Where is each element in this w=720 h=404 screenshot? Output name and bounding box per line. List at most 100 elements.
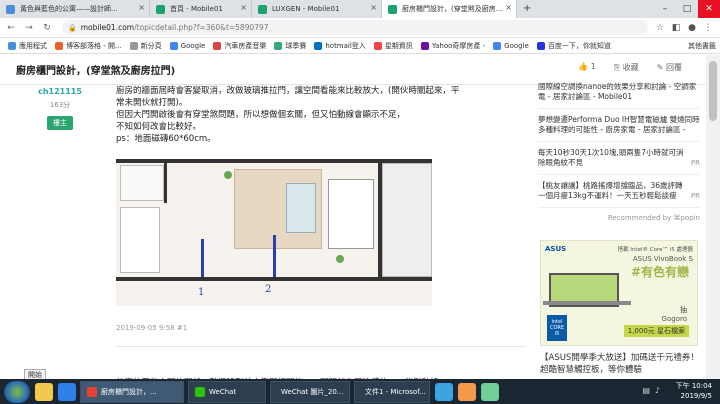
bookmark-other[interactable]: 其他書籤 <box>688 41 716 51</box>
bookmark-item[interactable]: 百度一下，你就知道 <box>536 41 611 51</box>
thread-header: 廚房櫃門設計，(穿堂煞及廚房拉門) 👍 1 ⎘ 收藏 ✎ 回覆 <box>0 55 706 85</box>
laptop-base <box>543 301 631 305</box>
like-count[interactable]: 👍 1 <box>578 62 596 73</box>
taskbar-app-chrome[interactable]: 廚房櫃門設計，... <box>80 380 184 403</box>
author-score: 163分 <box>49 101 71 109</box>
bookmark-item[interactable]: Google <box>169 41 206 50</box>
plan-plant <box>336 255 344 263</box>
post-line: 廚房的牆面屆時會客變取消，改做玻璃推拉門，讓空間看能來比較放大，(開伙時關起來，… <box>116 86 460 96</box>
ad-gogoro: Gogoro <box>661 315 687 323</box>
ie-icon[interactable] <box>58 382 76 401</box>
like-count-value: 1 <box>590 62 596 71</box>
plan-wall <box>164 163 167 203</box>
asus-ad-banner[interactable]: ASUS 搭載 Intel® Core™ i5 處理器 ASUS VivoBoo… <box>540 240 698 346</box>
scrollbar-thumb[interactable] <box>709 61 717 121</box>
close-tab-icon[interactable]: × <box>370 3 377 12</box>
sidebar-article[interactable]: 國際線空調換nanoe的效果分享和討論 - 空調家電 - 居家討論區 - Mob… <box>538 82 700 109</box>
app-icon[interactable] <box>481 382 499 401</box>
taskbar-app-label: WeChat 圖片_20... <box>281 387 344 396</box>
forward-icon[interactable]: → <box>22 23 36 33</box>
menu-icon[interactable]: ⋮ <box>700 23 716 33</box>
bookmark-item[interactable]: 新分頁 <box>129 41 162 51</box>
pr-tag: PR <box>690 159 700 167</box>
plan-kitchen <box>120 207 160 273</box>
star-icon[interactable]: ☆ <box>652 23 668 33</box>
close-tab-icon[interactable]: × <box>138 3 145 12</box>
lock-icon: 🔒 <box>68 23 77 32</box>
bookmark-item[interactable]: 博客部落格 - 開... <box>55 41 122 51</box>
tab-4-active[interactable]: 廚房櫃門設計，(穿堂煞及廚房... × <box>382 0 517 18</box>
reply-button[interactable]: ✎ 回覆 <box>657 62 682 73</box>
taskbar-app-wechat[interactable]: WeChat <box>188 380 266 403</box>
close-tab-icon[interactable]: × <box>240 3 247 12</box>
tab-label: 首頁 - Mobile01 <box>170 5 223 13</box>
bookmark-label: Google <box>504 41 529 50</box>
minimize-icon[interactable]: – <box>654 0 676 18</box>
explorer-icon[interactable] <box>35 382 53 401</box>
volume-icon[interactable]: ♪ <box>655 386 660 395</box>
bookmark-label: Yahoo奇摩房產 - <box>431 41 486 50</box>
bookmark-item[interactable]: 汽車房產音樂 <box>213 41 266 51</box>
clock[interactable]: 下午 10:04 2019/9/5 <box>676 381 712 401</box>
taskbar-app-wechat-image[interactable]: WeChat 圖片_20... <box>270 380 350 403</box>
url-field[interactable]: 🔒 mobile01.com/topicdetail.php?f=360&t=5… <box>62 20 648 35</box>
network-icon[interactable]: ▤ <box>642 386 650 395</box>
clock-date: 2019/9/5 <box>680 392 712 400</box>
bookmark-label: Google <box>180 41 206 50</box>
url-host: mobile01.com <box>80 23 135 32</box>
bookmark-label: 汽車房產音樂 <box>224 41 267 50</box>
tab-1[interactable]: 黃色與藍色的公寓——設計師... × <box>0 0 150 18</box>
mobile01-favicon-icon <box>388 5 397 14</box>
sidebar-article[interactable]: 夢想變遷Performa Duo IH智慧電磁爐 雙燒同時多種料理的可能性 - … <box>538 115 700 142</box>
bookmark-label: 博客部落格 - 開... <box>66 41 122 50</box>
page-title: 廚房櫃門設計，(穿堂煞及廚房拉門) <box>16 66 176 77</box>
back-icon[interactable]: ← <box>4 23 18 33</box>
ad-slogan: #有色有戀 <box>630 265 689 279</box>
sidebar-article-text: 每天10秒30天1次10塊,頭兩隻7小時就可消除眼角紋不見 <box>538 148 684 167</box>
clock-time: 下午 10:04 <box>675 382 712 390</box>
url-path: /topicdetail.php?f=360&t=5890797 <box>134 23 269 32</box>
plan-plant <box>224 171 232 179</box>
author-panel: ch121115 163分 樓主 <box>30 87 90 130</box>
google-icon <box>169 41 178 50</box>
bookmark-item[interactable]: 星期資訊 <box>373 41 413 51</box>
new-tab-icon[interactable]: + <box>523 0 531 18</box>
recommended-by[interactable]: Recommended by ⌘popin <box>538 214 700 222</box>
ad-brand: ASUS <box>545 245 567 253</box>
bookmark-item[interactable]: Google <box>493 41 529 50</box>
close-window-icon[interactable]: ✕ <box>698 0 720 18</box>
app-icon[interactable] <box>458 382 476 401</box>
car-icon <box>213 41 222 50</box>
reply-icon: ✎ <box>656 63 666 72</box>
extension-icon[interactable]: ◧ <box>668 23 684 33</box>
plan-wall <box>116 277 432 281</box>
author-name[interactable]: ch121115 <box>30 87 90 96</box>
bookmark-item[interactable]: 球季賽 <box>274 41 306 51</box>
app-icon[interactable] <box>435 382 453 401</box>
post-timestamp: 2019-09-05 9:58 #1 <box>116 324 188 332</box>
page-scrollbar[interactable] <box>706 55 720 379</box>
maximize-icon[interactable]: □ <box>676 0 698 18</box>
start-button[interactable] <box>4 380 30 403</box>
ad-caption[interactable]: 【ASUS開學季大放送】加碼送千元禮券！超酷智慧觸控板，等你體驗 <box>540 352 702 376</box>
taskbar: 廚房櫃門設計，... WeChat WeChat 圖片_20... 文件1 - … <box>0 379 720 404</box>
sidebar-sponsored[interactable]: 每天10秒30天1次10塊,頭兩隻7小時就可消除眼角紋不見 PR <box>538 148 700 175</box>
close-tab-icon[interactable]: × <box>505 3 512 12</box>
google-icon <box>493 41 502 50</box>
bookmark-item[interactable]: hotmail登入 <box>314 41 366 51</box>
op-badge: 樓主 <box>47 116 73 130</box>
tab-2[interactable]: 首頁 - Mobile01 × <box>150 0 252 18</box>
reload-icon[interactable]: ↻ <box>40 23 54 33</box>
tab-3[interactable]: LUXGEN - Mobile01 × <box>252 0 382 18</box>
tab-label: 黃色與藍色的公寓——設計師... <box>20 5 118 13</box>
floor-plan-image[interactable]: 1 2 <box>116 159 432 306</box>
ball-icon <box>274 41 283 50</box>
taskbar-app-label: 文件1 - Microsof... <box>365 387 426 396</box>
sidebar-sponsored[interactable]: 【桃友讓讓】桃路搖爆增擋臨品，36歲評轉一個月瘦13kg不運料！一天五秒輕鬆談瘦… <box>538 181 700 208</box>
collect-button[interactable]: ⎘ 收藏 <box>614 62 639 73</box>
bookmark-apps[interactable]: 應用程式 <box>8 41 47 51</box>
ad-intel-tag: 搭載 Intel® Core™ i5 處理器 <box>617 247 693 253</box>
profile-icon[interactable]: ● <box>684 23 700 33</box>
bookmark-item[interactable]: Yahoo奇摩房產 - <box>420 41 486 51</box>
taskbar-app-word[interactable]: 文件1 - Microsof... <box>354 380 430 403</box>
